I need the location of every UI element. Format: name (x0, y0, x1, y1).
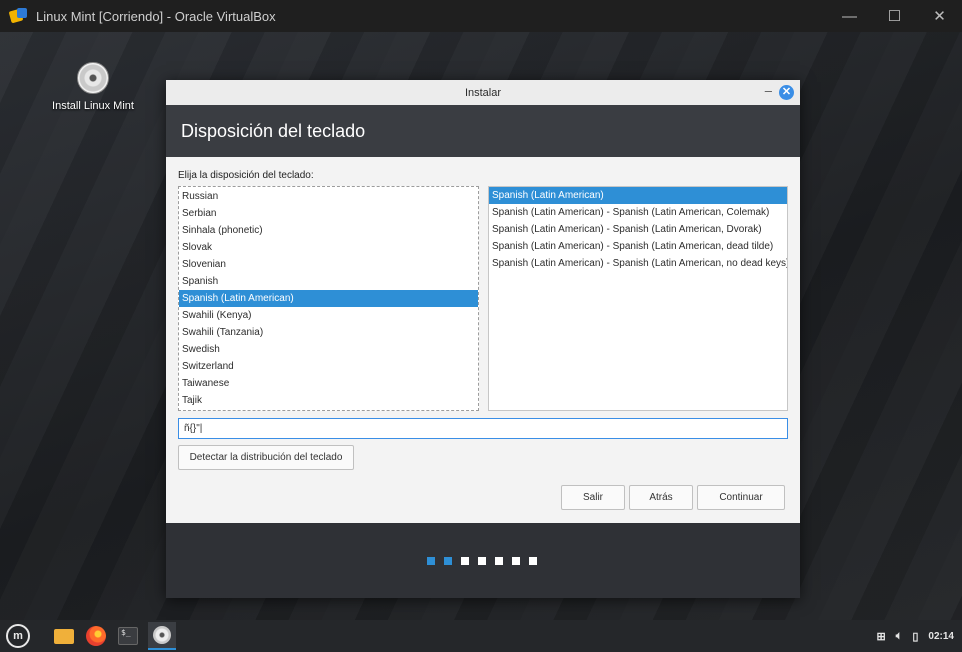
vbox-minimize-button[interactable]: — (827, 0, 872, 32)
list-item[interactable]: Spanish (179, 273, 478, 290)
installer-body: Elija la disposición del teclado: Russia… (166, 157, 800, 523)
detect-layout-button[interactable]: Detectar la distribución del teclado (178, 445, 354, 470)
installer-window: Instalar – ✕ Disposición del teclado Eli… (166, 80, 800, 598)
step-dot (495, 557, 503, 565)
network-icon[interactable]: ⊞ (877, 630, 886, 643)
step-dot (444, 557, 452, 565)
back-button[interactable]: Atrás (629, 485, 693, 510)
installer-footer (166, 523, 800, 598)
list-item[interactable]: Spanish (Latin American) - Spanish (Lati… (489, 255, 787, 272)
layout-prompt-label: Elija la disposición del teclado: (178, 170, 314, 181)
list-item[interactable]: Spanish (Latin American) - Spanish (Lati… (489, 221, 787, 238)
step-dot (478, 557, 486, 565)
list-item[interactable]: Swahili (Tanzania) (179, 324, 478, 341)
page-title: Disposición del teclado (166, 105, 800, 157)
install-linux-mint-desktop-icon[interactable]: Install Linux Mint (48, 62, 138, 112)
step-dot (427, 557, 435, 565)
installer-titlebar: Instalar – ✕ (166, 80, 800, 105)
linux-mint-menu-icon[interactable]: m (6, 624, 30, 648)
list-item[interactable]: Serbian (179, 205, 478, 222)
install-disc-icon[interactable] (148, 622, 176, 650)
step-progress-indicator (427, 557, 537, 565)
desktop-icon-label: Install Linux Mint (52, 100, 134, 112)
list-item[interactable]: Swedish (179, 341, 478, 358)
virtualbox-logo-icon (8, 7, 30, 25)
disc-icon (77, 62, 109, 94)
system-tray: ⊞ 🔈︎ ▯ 02:14 (877, 620, 954, 652)
terminal-icon[interactable]: $_ (116, 624, 140, 648)
step-dot (529, 557, 537, 565)
keyboard-variant-list[interactable]: Spanish (Latin American) Spanish (Latin A… (488, 186, 788, 411)
continue-button[interactable]: Continuar (697, 485, 785, 510)
installer-window-title: Instalar (464, 86, 502, 99)
list-item[interactable]: Switzerland (179, 358, 478, 375)
keyboard-layout-list[interactable]: Russian Serbian Sinhala (phonetic) Slovak Sl… (178, 186, 479, 411)
quit-button[interactable]: Salir (561, 485, 625, 510)
vbox-titlebar: Linux Mint [Corriendo] - Oracle VirtualB… (0, 0, 962, 32)
keyboard-test-input[interactable]: ñ{}"| (178, 418, 788, 439)
volume-icon[interactable]: 🔈︎ (896, 630, 903, 643)
vbox-window-title: Linux Mint [Corriendo] - Oracle VirtualB… (36, 8, 276, 24)
list-item[interactable]: Swahili (Kenya) (179, 307, 478, 324)
vbox-close-button[interactable]: ✕ (917, 0, 962, 32)
list-item[interactable]: Spanish (Latin American) (489, 187, 787, 204)
list-item[interactable]: Spanish (Latin American) - Spanish (Lati… (489, 204, 787, 221)
list-item[interactable]: Sinhala (phonetic) (179, 222, 478, 239)
list-item[interactable]: Taiwanese (179, 375, 478, 392)
list-item[interactable]: Russian (179, 188, 478, 205)
step-dot (512, 557, 520, 565)
firefox-icon[interactable] (84, 624, 108, 648)
guest-desktop: Install Linux Mint Instalar – ✕ Disposic… (0, 32, 962, 620)
installer-minimize-button[interactable]: – (765, 83, 772, 98)
taskbar: m $_ ⊞ 🔈︎ ▯ 02:14 (0, 620, 962, 652)
list-item[interactable]: Tajik (179, 392, 478, 409)
file-manager-icon[interactable] (52, 624, 76, 648)
installer-close-button[interactable]: ✕ (779, 85, 794, 100)
list-item[interactable]: Spanish (Latin American) (179, 290, 478, 307)
battery-icon[interactable]: ▯ (912, 630, 918, 643)
list-item[interactable]: Spanish (Latin American) - Spanish (Lati… (489, 238, 787, 255)
step-dot (461, 557, 469, 565)
clock[interactable]: 02:14 (928, 631, 954, 642)
list-item[interactable]: Slovenian (179, 256, 478, 273)
vbox-maximize-button[interactable]: ☐ (872, 0, 917, 32)
list-item[interactable]: Slovak (179, 239, 478, 256)
